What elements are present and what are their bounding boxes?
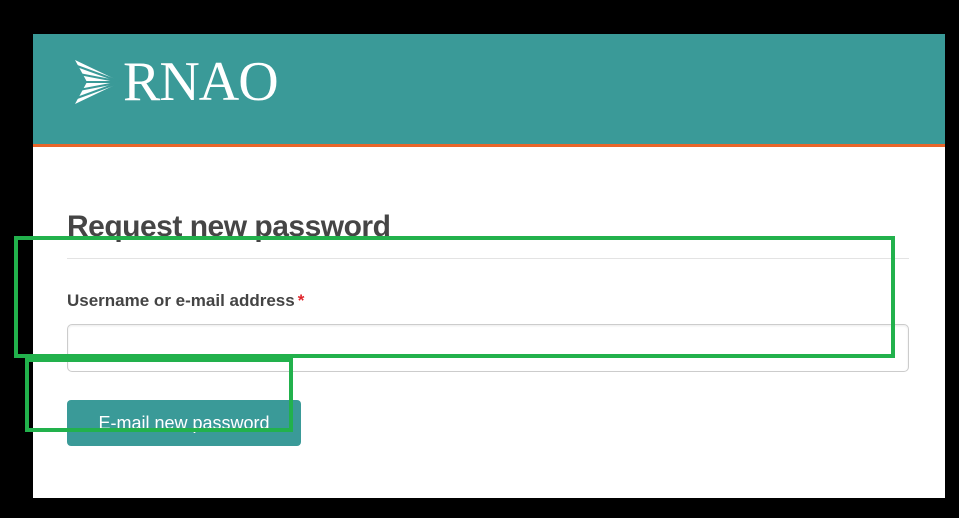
page-title: Request new password [67, 210, 391, 243]
username-email-label-text: Username or e-mail address [67, 291, 295, 310]
title-divider [67, 258, 909, 259]
email-new-password-button[interactable]: E-mail new password [67, 400, 301, 446]
required-asterisk: * [297, 291, 305, 310]
username-email-label: Username or e-mail address * [67, 291, 304, 311]
site-header: RNAO [33, 34, 945, 147]
logo-text: RNAO [123, 51, 279, 113]
rnao-logo[interactable]: RNAO [71, 51, 279, 113]
page-frame: RNAO Request new password Username or e-… [33, 34, 945, 498]
username-email-input[interactable] [67, 324, 909, 372]
sunburst-arrow-icon [75, 60, 122, 104]
